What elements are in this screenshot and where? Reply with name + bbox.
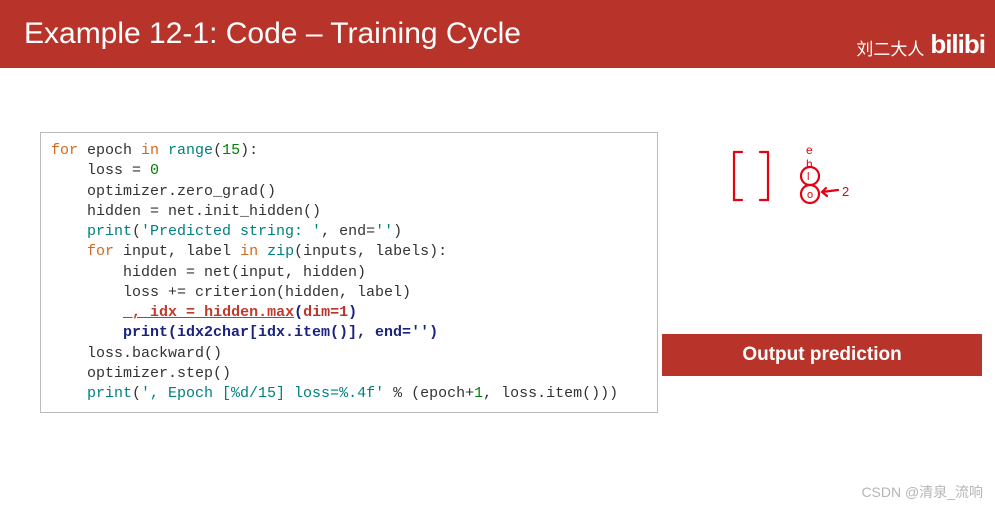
keyword-for: for	[51, 142, 78, 159]
bracket-left-icon	[734, 152, 742, 200]
slide-header: Example 12-1: Code – Training Cycle 刘二大人…	[0, 0, 995, 68]
anno-2: 2	[842, 184, 849, 199]
highlight-print: print(idx2char[idx.item()], end='')	[123, 324, 438, 341]
callout-label: Output prediction	[742, 344, 901, 366]
callout-output-prediction: Output prediction	[662, 334, 982, 376]
slide-title: Example 12-1: Code – Training Cycle	[24, 17, 521, 51]
hand-annotation: e h l o 2	[720, 142, 900, 232]
code-line: loss.backward()	[51, 345, 222, 362]
highlight-idx: idx	[150, 304, 177, 321]
anno-e: e	[806, 143, 813, 157]
code-block: for epoch in range(15): loss = 0 optimiz…	[40, 132, 658, 413]
bracket-right-icon	[760, 152, 768, 200]
watermark-text: CSDN @清泉_流响	[861, 482, 983, 502]
anno-l: l	[807, 171, 809, 183]
header-right: 刘二大人 bilibi	[856, 29, 985, 60]
code-line: optimizer.step()	[51, 365, 231, 382]
author-name: 刘二大人	[856, 35, 924, 60]
anno-o: o	[807, 189, 813, 201]
code-line: optimizer.zero_grad()	[51, 183, 276, 200]
bilibili-logo: bilibi	[930, 29, 985, 60]
code-line: hidden = net(input, hidden)	[51, 264, 366, 281]
code-line: loss += criterion(hidden, label)	[51, 284, 411, 301]
code-line: hidden = net.init_hidden()	[51, 203, 321, 220]
anno-h: h	[806, 157, 813, 171]
keyword-in: in	[141, 142, 159, 159]
arrow-left-icon	[822, 188, 838, 196]
